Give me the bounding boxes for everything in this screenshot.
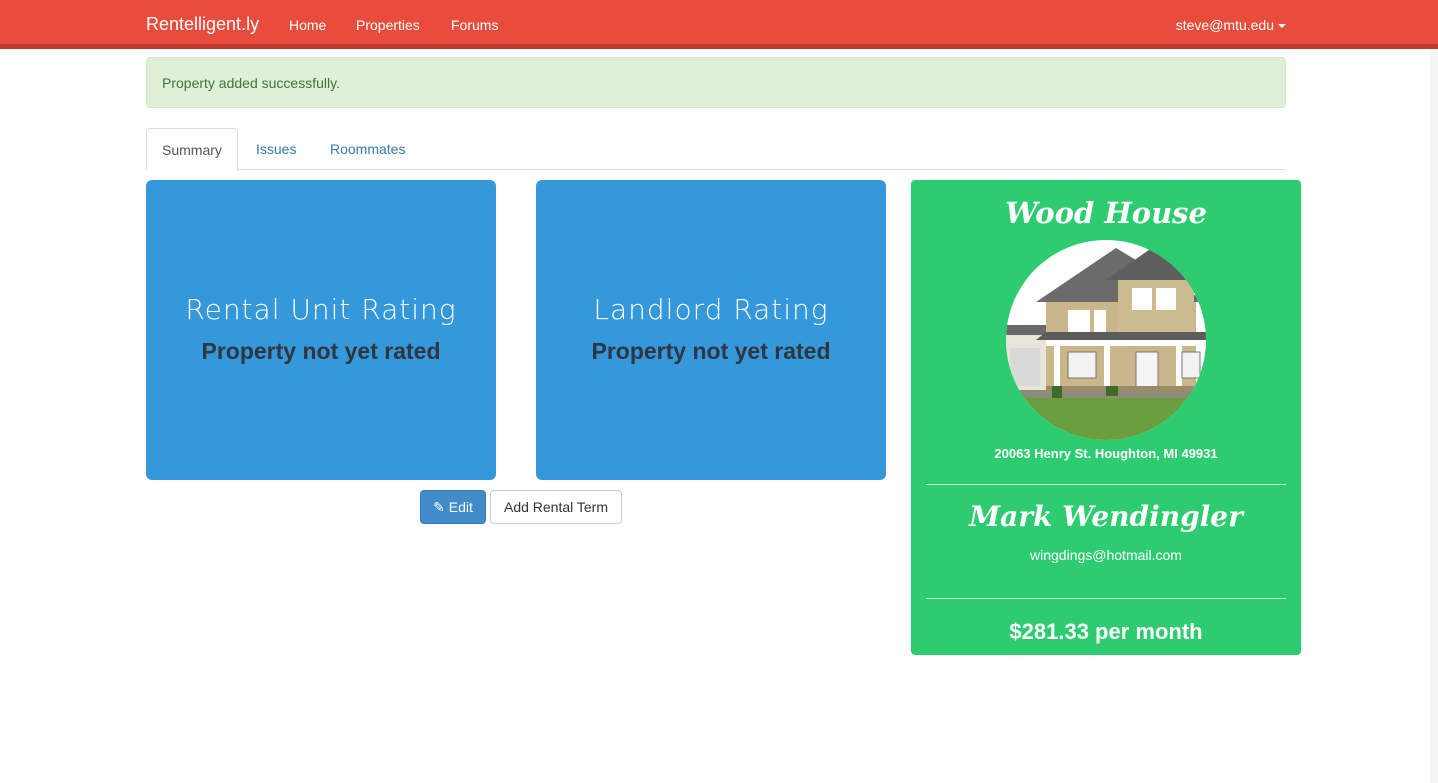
property-address: 20063 Henry St. Houghton, MI 49931 [994,446,1218,461]
tab-summary[interactable]: Summary [146,128,238,171]
divider [926,484,1286,485]
page-scrollbar[interactable] [1430,49,1438,783]
nav-forums-link[interactable]: Forums [451,17,498,33]
landlord-name: Mark Wendingler [969,500,1243,533]
landlord-email[interactable]: wingdings@hotmail.com [911,547,1301,563]
user-menu-dropdown[interactable]: steve@mtu.edu [1176,17,1286,33]
property-summary-card: Wood House 20063 Henry St. Houghton, MI … [911,180,1301,655]
monthly-rent: $281.33 per month [1009,619,1203,644]
caret-down-icon [1278,24,1286,29]
edit-label: Edit [448,499,473,515]
rating-title: Rental Unit Rating [185,293,457,326]
property-tabs: Summary Issues Roommates [146,128,1286,171]
pencil-icon: ✎ [433,499,445,515]
success-alert: Property added successfully. [146,57,1286,108]
nav-properties-link[interactable]: Properties [356,17,420,33]
tab-issues[interactable]: Issues [256,128,296,170]
nav-home-link[interactable]: Home [289,17,326,33]
rental-unit-rating-card: Rental Unit Rating Property not yet rate… [146,180,496,480]
brand-logo[interactable]: Rentelligent.ly [146,14,259,35]
top-navbar: Rentelligent.ly Home Properties Forums s… [0,0,1438,49]
house-photo [1006,240,1206,440]
property-name: Wood House [1005,196,1207,230]
landlord-rating-card: Landlord Rating Property not yet rated [536,180,886,480]
edit-button[interactable]: ✎ Edit [420,490,486,524]
rating-value: Property not yet rated [591,338,831,364]
alert-message: Property added successfully. [162,75,340,91]
add-rental-term-button[interactable]: Add Rental Term [490,490,622,524]
tab-roommates[interactable]: Roommates [330,128,405,170]
rating-title: Landlord Rating [593,293,829,326]
rating-value: Property not yet rated [201,338,441,364]
divider [926,598,1286,599]
user-email: steve@mtu.edu [1175,17,1274,33]
